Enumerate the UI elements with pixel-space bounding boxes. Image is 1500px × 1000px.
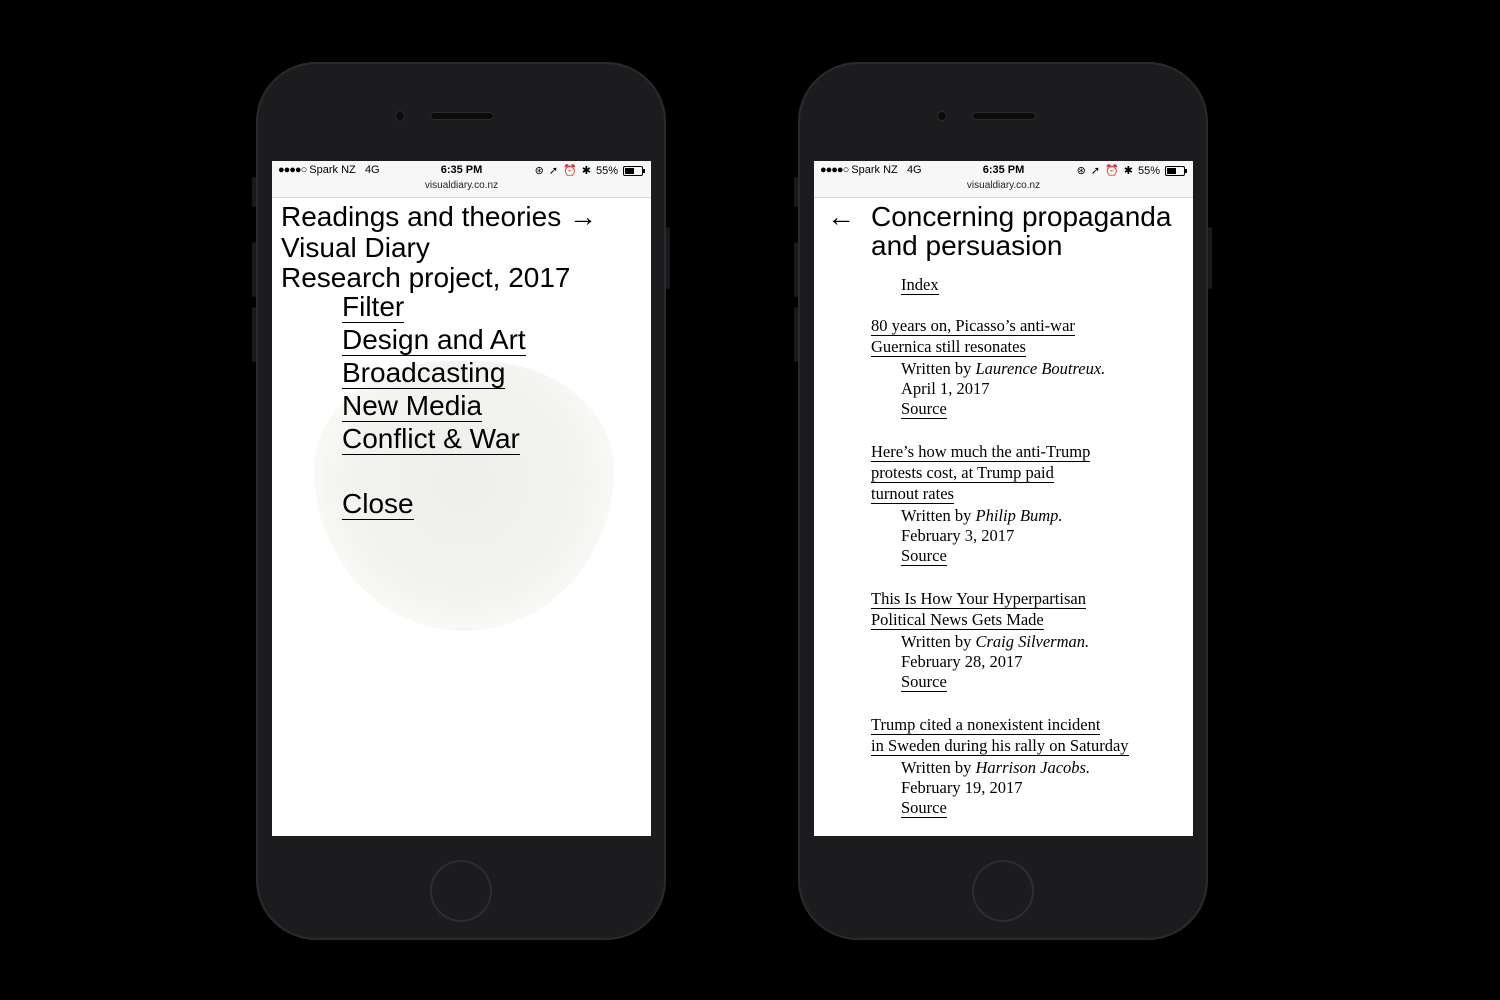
source-link[interactable]: Source [901, 400, 947, 419]
written-by-label: Written by [901, 758, 972, 777]
status-bar: ●●●●○ Spark NZ 4G 6:35 PM ⊛ ➚ ⏰ ✱ 55% vi… [272, 161, 651, 198]
article-item: Here’s how much the anti-Trump protests c… [871, 441, 1181, 566]
source-link[interactable]: Source [901, 673, 947, 692]
home-button [430, 860, 492, 922]
article-author: Philip Bump. [975, 506, 1063, 525]
article-title-link[interactable]: Here’s how much the anti-Trump protests c… [871, 441, 1181, 504]
url-bar[interactable]: visualdiary.co.nz [272, 180, 651, 191]
title-line-readings[interactable]: Readings and theories → [281, 201, 597, 233]
article-date: February 3, 2017 [901, 526, 1015, 545]
volume-up-button [794, 242, 798, 297]
source-link[interactable]: Source [901, 547, 947, 566]
article-meta: Written by Philip Bump. February 3, 2017 S… [871, 506, 1181, 566]
battery-percent: 55% [1137, 164, 1160, 177]
page-title-line-1: Concerning propaganda [871, 201, 1172, 232]
orientation-lock-icon: ⊛ [534, 165, 544, 177]
home-button [972, 860, 1034, 922]
power-button [666, 227, 670, 289]
article-author: Craig Silverman. [975, 632, 1090, 651]
bluetooth-icon: ✱ [1123, 165, 1133, 177]
location-icon: ➚ [548, 165, 559, 177]
page-title: ← Concerning propaganda and persuasion [827, 202, 1171, 260]
title-line-visual-diary: Visual Diary [281, 231, 430, 263]
earpiece-speaker [972, 112, 1036, 120]
article-item: 80 years on, Picasso’s anti-war Guernica … [871, 315, 1181, 419]
volume-down-button [794, 307, 798, 362]
location-icon: ➚ [1090, 165, 1101, 177]
url-bar[interactable]: visualdiary.co.nz [814, 180, 1193, 191]
source-link[interactable]: Source [901, 799, 947, 818]
phone-right: ●●●●○ Spark NZ 4G 6:35 PM ⊛ ➚ ⏰ ✱ 55% vi… [794, 62, 1212, 940]
battery-percent: 55% [595, 164, 618, 177]
menu-item-broadcasting[interactable]: Broadcasting [342, 358, 506, 389]
earpiece-speaker [430, 112, 494, 120]
title-line-research-project: Research project, 2017 [281, 262, 571, 293]
back-arrow-icon[interactable]: ← [827, 202, 871, 260]
close-button[interactable]: Close [342, 489, 414, 520]
article-date: April 1, 2017 [901, 379, 990, 398]
screen-left: ●●●●○ Spark NZ 4G 6:35 PM ⊛ ➚ ⏰ ✱ 55% vi… [272, 161, 651, 836]
alarm-icon: ⏰ [1105, 165, 1119, 177]
article-title-link[interactable]: 80 years on, Picasso’s anti-war Guernica … [871, 315, 1181, 357]
article-meta: Written by Craig Silverman. February 28, … [871, 632, 1181, 692]
article-item: This Is How Your Hyperpartisan Political … [871, 588, 1181, 692]
volume-up-button [252, 242, 256, 297]
written-by-label: Written by [901, 632, 972, 651]
volume-down-button [252, 307, 256, 362]
article-date: February 19, 2017 [901, 778, 1023, 797]
phone-left: ●●●●○ Spark NZ 4G 6:35 PM ⊛ ➚ ⏰ ✱ 55% vi… [252, 62, 670, 940]
battery-icon [1165, 165, 1187, 176]
page-title-line-2: and persuasion [871, 230, 1063, 261]
article-author: Laurence Boutreux. [975, 359, 1106, 378]
written-by-label: Written by [901, 506, 972, 525]
front-camera [937, 111, 947, 121]
menu-item-new-media[interactable]: New Media [342, 391, 483, 422]
article-meta: Written by Harrison Jacobs. February 19, … [871, 758, 1181, 818]
menu-item-conflict-and-war[interactable]: Conflict & War [342, 424, 520, 455]
bluetooth-icon: ✱ [581, 165, 591, 177]
screen-right: ●●●●○ Spark NZ 4G 6:35 PM ⊛ ➚ ⏰ ✱ 55% vi… [814, 161, 1193, 836]
article-author: Harrison Jacobs. [975, 758, 1091, 777]
article-date: February 28, 2017 [901, 652, 1023, 671]
menu-item-filter[interactable]: Filter [342, 292, 405, 323]
article-title-link[interactable]: This Is How Your Hyperpartisan Political … [871, 588, 1181, 630]
battery-fill [625, 167, 634, 174]
battery-icon [623, 165, 645, 176]
alarm-icon: ⏰ [563, 165, 577, 177]
status-bar: ●●●●○ Spark NZ 4G 6:35 PM ⊛ ➚ ⏰ ✱ 55% vi… [814, 161, 1193, 198]
article-meta: Written by Laurence Boutreux. April 1, 20… [871, 359, 1181, 419]
mute-switch [794, 177, 798, 207]
orientation-lock-icon: ⊛ [1076, 165, 1086, 177]
mute-switch [252, 177, 256, 207]
index-link[interactable]: Index [901, 275, 939, 295]
article-item: Trump cited a nonexistent incident in Swe… [871, 714, 1181, 818]
article-list: 80 years on, Picasso’s anti-war Guernica … [871, 315, 1181, 836]
article-title-link[interactable]: Trump cited a nonexistent incident in Swe… [871, 714, 1181, 756]
front-camera [395, 111, 405, 121]
written-by-label: Written by [901, 359, 972, 378]
filter-menu: Filter Design and Art Broadcasting New M… [342, 292, 526, 522]
power-button [1208, 227, 1212, 289]
battery-fill [1167, 167, 1176, 174]
site-title: Readings and theories → Visual Diary Res… [281, 201, 597, 294]
menu-item-design-and-art[interactable]: Design and Art [342, 325, 526, 356]
